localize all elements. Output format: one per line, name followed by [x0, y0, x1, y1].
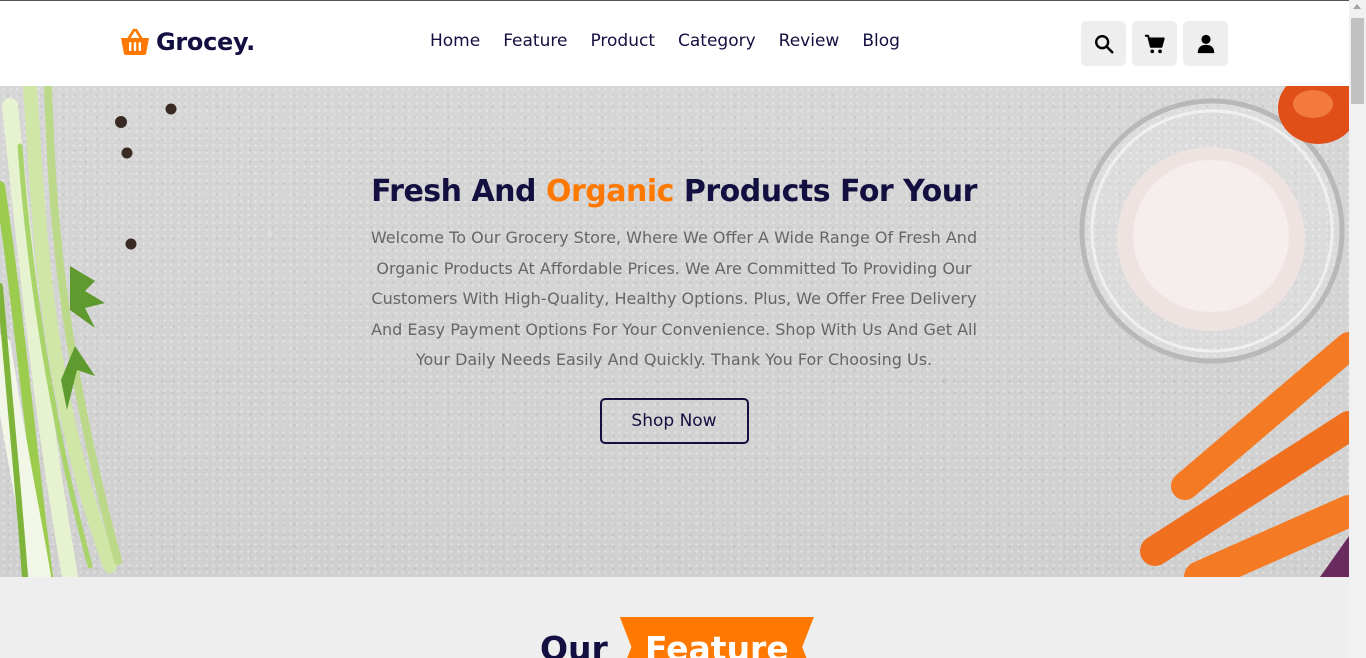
scroll-up-arrow-icon[interactable]: [1353, 4, 1361, 9]
feature-section: Our Feature: [0, 577, 1349, 658]
sauce-bowl-image: [1278, 86, 1349, 144]
cart-button[interactable]: [1132, 21, 1177, 66]
header-actions: [1081, 21, 1228, 66]
hero-banner: Fresh And Organic Products For Your Welc…: [0, 86, 1349, 577]
search-button[interactable]: [1081, 21, 1126, 66]
nav-category[interactable]: Category: [678, 31, 756, 51]
nav-review[interactable]: Review: [779, 31, 840, 51]
hero-title-end: Products For Your: [683, 174, 978, 209]
scrollbar-thumb[interactable]: [1351, 18, 1364, 104]
brand-logo[interactable]: Grocey.: [120, 28, 255, 56]
user-icon: [1197, 34, 1214, 53]
feature-heading-plain: Our: [540, 629, 608, 658]
hero-title-accent: Organic: [545, 174, 674, 209]
hero-title: Fresh And Organic Products For Your: [360, 174, 988, 209]
feature-heading-tag: Feature: [619, 617, 814, 658]
user-button[interactable]: [1183, 21, 1228, 66]
hero-title-start: Fresh And: [371, 174, 537, 209]
nav-blog[interactable]: Blog: [862, 31, 900, 51]
basket-icon: [121, 28, 149, 55]
cart-icon: [1144, 34, 1165, 53]
nav-product[interactable]: Product: [590, 31, 655, 51]
nav-feature[interactable]: Feature: [503, 31, 567, 51]
nav-home[interactable]: Home: [430, 31, 480, 51]
site-header: Grocey. Home Feature Product Category Re…: [0, 1, 1349, 86]
shop-now-button[interactable]: Shop Now: [599, 397, 749, 444]
carrots-image: [1140, 332, 1349, 577]
peppercorns-image: [115, 103, 177, 250]
search-icon: [1094, 34, 1114, 54]
main-nav: Home Feature Product Category Review Blo…: [430, 31, 900, 51]
feature-heading: Our Feature: [540, 617, 814, 658]
brand-name: Grocey.: [156, 28, 255, 56]
hero-description: Welcome To Our Grocery Store, Where We O…: [370, 228, 978, 369]
hero-content: Fresh And Organic Products For Your Welc…: [360, 174, 988, 444]
